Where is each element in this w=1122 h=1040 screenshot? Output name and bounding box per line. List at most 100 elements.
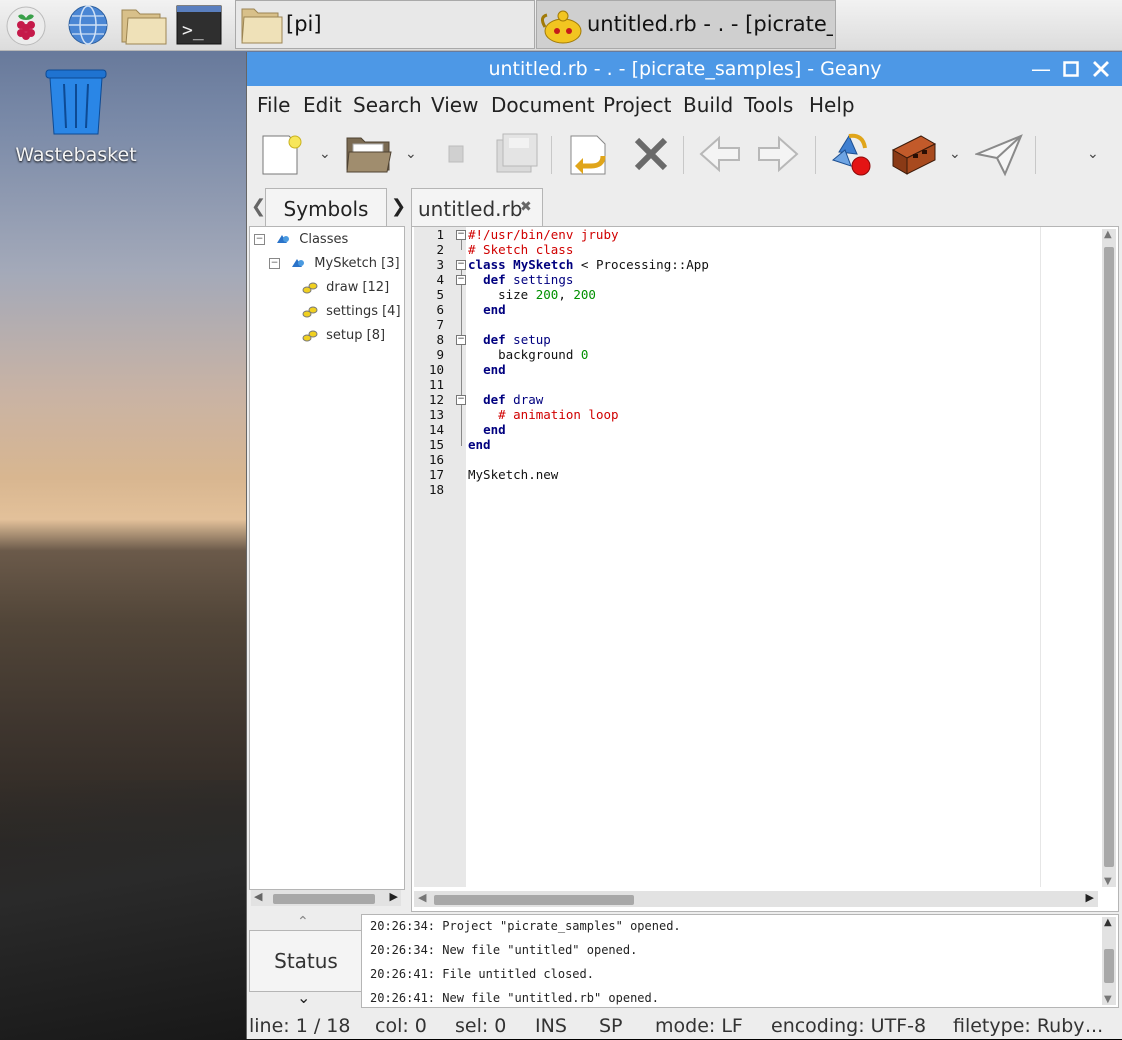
menu-project[interactable]: Project <box>603 93 671 117</box>
scroll-down-icon[interactable]: ▼ <box>1104 994 1112 1005</box>
close-button[interactable] <box>1089 57 1113 81</box>
toolbar-overflow-icon[interactable]: ⌄ <box>1087 146 1099 162</box>
scrollbar-thumb[interactable] <box>434 895 634 905</box>
chevron-right-icon[interactable]: ❯ <box>391 196 406 217</box>
build-button[interactable] <box>889 130 937 178</box>
tab-status[interactable]: Status <box>249 930 363 992</box>
menu-document[interactable]: Document <box>491 93 595 117</box>
save-button[interactable] <box>435 130 483 178</box>
log-vertical-scrollbar[interactable]: ▲ ▼ <box>1102 917 1116 1005</box>
compile-icon <box>831 133 871 176</box>
code-token: 200 <box>535 287 559 302</box>
code-line[interactable]: def settings <box>468 272 573 287</box>
web-browser-icon[interactable] <box>66 4 110 46</box>
open-file-dropdown-icon[interactable]: ⌄ <box>405 146 417 162</box>
terminal-icon[interactable]: >_ <box>176 4 222 46</box>
revert-button[interactable] <box>565 130 613 178</box>
close-icon <box>1093 61 1109 77</box>
status-filetype: filetype: Ruby <box>953 1015 1085 1037</box>
open-folder-icon <box>346 137 392 173</box>
tree-node-mysketch[interactable]: − MySketch [3] <box>269 256 400 271</box>
save-all-button[interactable] <box>493 130 541 178</box>
code-token: end <box>483 362 506 377</box>
fold-marker-icon[interactable]: − <box>456 275 466 285</box>
tree-node-classes[interactable]: − Classes <box>254 232 348 247</box>
menu-file[interactable]: File <box>257 93 290 117</box>
code-line[interactable]: end <box>468 422 506 437</box>
code-token: MySketch <box>513 257 574 272</box>
code-line[interactable]: # animation loop <box>468 407 618 422</box>
minimize-button[interactable]: — <box>1029 57 1053 81</box>
fold-marker-icon[interactable]: − <box>456 260 466 270</box>
scroll-down-icon[interactable]: ▼ <box>1104 876 1112 887</box>
taskbar-task-file-manager[interactable]: [pi] <box>235 0 535 49</box>
code-line[interactable]: end <box>468 437 491 452</box>
compile-button[interactable] <box>827 130 875 178</box>
raspberry-menu-icon[interactable] <box>4 4 48 46</box>
menu-edit[interactable]: Edit <box>303 93 342 117</box>
scroll-right-icon[interactable]: ▶ <box>390 890 398 903</box>
revert-icon <box>570 135 606 175</box>
code-line[interactable]: end <box>468 302 506 317</box>
menu-tools[interactable]: Tools <box>744 93 793 117</box>
code-editor[interactable]: 1 2 3 4 5 6 7 8 9 10 11 12 13 14 15 16 17 18 #!/usr/bin/e… <box>411 226 1119 912</box>
scroll-right-icon[interactable]: ▶ <box>1086 891 1094 904</box>
scroll-up-icon[interactable]: ▲ <box>1104 229 1112 240</box>
menu-search[interactable]: Search <box>353 93 422 117</box>
scrollbar-thumb[interactable] <box>1104 247 1114 867</box>
collapse-icon[interactable]: − <box>269 258 280 269</box>
build-dropdown-icon[interactable]: ⌄ <box>949 146 961 162</box>
navigate-back-button[interactable] <box>695 130 743 178</box>
fold-marker-icon[interactable]: − <box>456 230 466 240</box>
open-file-button[interactable] <box>345 130 393 178</box>
chevron-left-icon[interactable]: ❮ <box>251 196 266 217</box>
code-line[interactable]: class MySketch < Processing::App <box>468 257 709 272</box>
menu-help[interactable]: Help <box>809 93 855 117</box>
tree-node-settings[interactable]: settings [4] <box>302 304 401 319</box>
window-titlebar[interactable]: untitled.rb - . - [picrate_samples] - Ge… <box>247 52 1122 86</box>
code-line[interactable]: MySketch.new <box>468 467 558 482</box>
menu-build[interactable]: Build <box>683 93 733 117</box>
run-button[interactable] <box>973 130 1023 178</box>
scrollbar-thumb[interactable] <box>1104 949 1114 983</box>
navigate-forward-button[interactable] <box>755 130 803 178</box>
code-line[interactable]: def draw <box>468 392 543 407</box>
maximize-button[interactable] <box>1059 57 1083 81</box>
editor-tab-untitled[interactable]: untitled.rb ✖ <box>411 188 543 228</box>
fold-marker-icon[interactable]: − <box>456 335 466 345</box>
sidebar-horizontal-scrollbar[interactable]: ◀ ▶ <box>251 890 401 906</box>
road-shadow <box>0 780 260 1040</box>
editor-horizontal-scrollbar[interactable]: ◀ ▶ <box>414 891 1098 907</box>
chevron-down-icon[interactable]: ⌄ <box>297 988 310 1007</box>
scroll-left-icon[interactable]: ◀ <box>254 890 262 903</box>
new-file-button[interactable] <box>259 130 307 178</box>
folder-icon <box>241 8 283 44</box>
close-file-button[interactable] <box>627 130 675 178</box>
tree-node-label: settings [4] <box>326 304 401 319</box>
editor-vertical-scrollbar[interactable]: ▲ ▼ <box>1102 229 1116 887</box>
file-manager-icon[interactable] <box>120 4 167 46</box>
taskbar-task-label: untitled.rb - . - [picrate_sa... <box>587 12 833 36</box>
code-line[interactable]: #!/usr/bin/env jruby <box>468 227 619 242</box>
menu-view[interactable]: View <box>431 93 478 117</box>
tab-close-icon[interactable]: ✖ <box>520 199 532 215</box>
scrollbar-thumb[interactable] <box>273 894 375 904</box>
save-icon <box>448 145 464 163</box>
tree-node-draw[interactable]: draw [12] <box>302 280 389 295</box>
code-line[interactable]: end <box>468 362 506 377</box>
code-line[interactable]: # Sketch class <box>468 242 573 257</box>
code-line[interactable]: size 200, 200 <box>468 287 596 302</box>
tree-node-setup[interactable]: setup [8] <box>302 328 385 343</box>
tab-symbols[interactable]: Symbols <box>265 188 387 228</box>
new-file-dropdown-icon[interactable]: ⌄ <box>319 146 331 162</box>
taskbar-task-geany[interactable]: untitled.rb - . - [picrate_sa... <box>536 0 836 49</box>
scroll-up-icon[interactable]: ▲ <box>1104 917 1112 928</box>
scroll-left-icon[interactable]: ◀ <box>418 891 426 904</box>
fold-marker-icon[interactable]: − <box>456 395 466 405</box>
tree-node-label: draw [12] <box>326 280 390 295</box>
wastebasket-desktop-icon[interactable]: Wastebasket <box>14 66 138 166</box>
collapse-icon[interactable]: − <box>254 234 265 245</box>
code-line[interactable]: background 0 <box>468 347 588 362</box>
code-line[interactable]: def setup <box>468 332 551 347</box>
chevron-up-icon[interactable]: ⌃ <box>297 914 309 930</box>
